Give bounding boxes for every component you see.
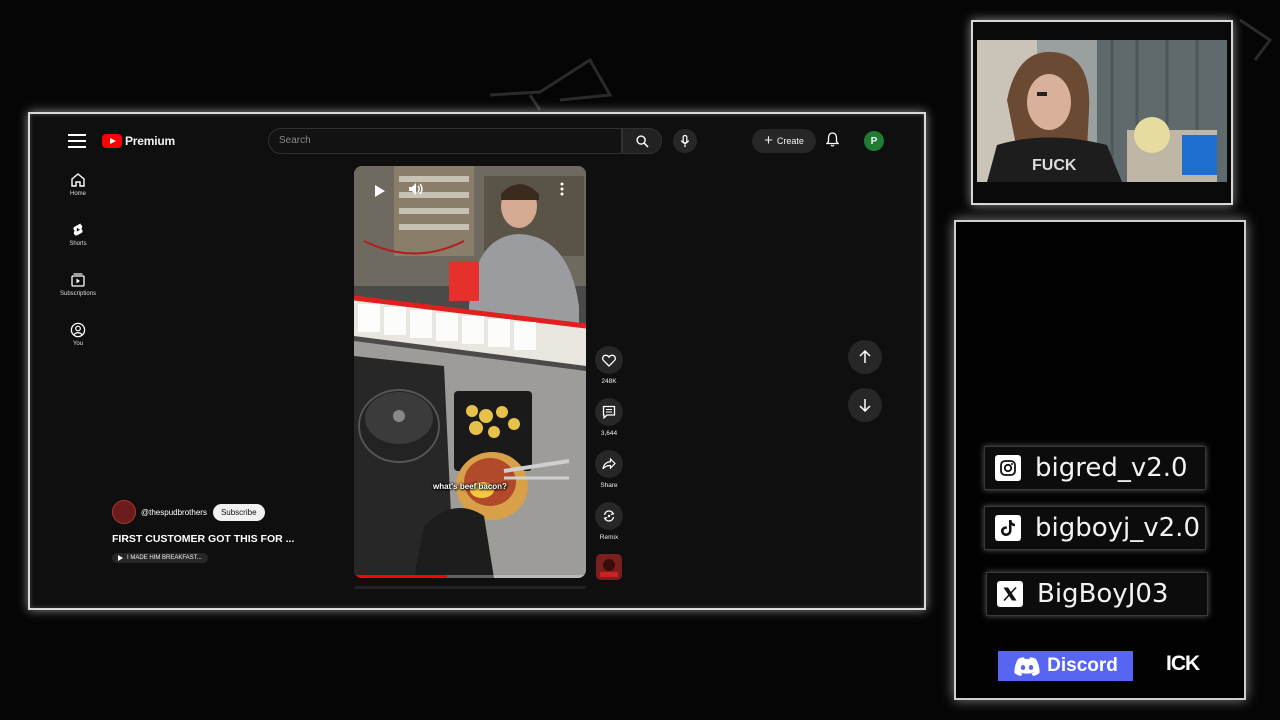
next-short-button[interactable] [848,388,882,422]
home-icon [71,173,85,187]
account-avatar[interactable]: P [864,131,884,151]
create-label: Create [776,136,804,146]
sidebar-item-label: Home [69,191,86,197]
social-instagram: bigred_v2.0 [984,446,1206,490]
remix-action: Remix [594,502,624,554]
shorts-icon [73,223,83,236]
sound-action [594,554,624,600]
short-info: @thespudbrothers Subscribe FIRST CUSTOME… [112,500,352,566]
x-logo-icon [997,581,1023,607]
short-video-player[interactable]: what's beef bacon? [354,166,586,578]
sidebar-item-label: You [72,341,84,347]
arrow-up-icon [859,350,871,363]
youtube-play-icon [102,134,122,148]
plus-icon: + [764,132,773,149]
youtube-window: Premium Search + Create P Home Shorts Su… [28,112,926,610]
x-handle: BigBoyJ03 [1037,579,1169,609]
tiktok-icon [995,515,1021,541]
social-x: BigBoyJ03 [986,572,1208,616]
discord-badge: Discord [998,651,1133,681]
share-action: Share [594,450,624,502]
microphone-icon [680,134,690,147]
like-count: 248K [601,378,617,385]
remix-label: Remix [599,534,619,541]
video-caption: what's beef bacon? [433,482,507,491]
video-scrub-track [354,586,586,589]
subscribe-button[interactable]: Subscribe [212,503,265,521]
sidebar-item-shorts[interactable]: Shorts [52,222,104,272]
heart-icon [602,354,616,367]
search-button[interactable] [622,128,662,154]
channel-avatar[interactable] [112,500,136,524]
video-frame-image [354,166,586,578]
notifications-bell-icon[interactable] [825,132,840,152]
sidebar-item-subscriptions[interactable]: Subscriptions [52,272,104,322]
like-button[interactable] [595,346,623,374]
logo-text: Premium [125,134,175,148]
short-actions: 248K 3,644 Share Remix [594,346,624,600]
comments-button[interactable] [595,398,623,426]
volume-icon[interactable] [408,182,424,196]
share-button[interactable] [595,450,623,478]
comments-action: 3,644 [594,398,624,450]
sidebar-item-label: Subscriptions [59,291,97,297]
share-icon [602,458,616,470]
search-icon [635,134,649,148]
remix-button[interactable] [595,502,623,530]
previous-short-button[interactable] [848,340,882,374]
play-icon[interactable] [374,184,386,198]
play-small-icon [118,555,123,561]
sidebar-item-you[interactable]: You [52,322,104,372]
webcam-frame: FUCK [971,20,1233,205]
youtube-page: Premium Search + Create P Home Shorts Su… [38,122,916,600]
svg-text:FUCK: FUCK [1032,157,1077,174]
related-video-chip[interactable]: I MADE HIM BREAKFAST... [112,553,208,563]
channel-name[interactable]: @thespudbrothers [141,508,207,517]
discord-icon [1014,656,1040,676]
video-progress-fill [354,575,447,578]
social-tiktok: bigboyj_v2.0 [984,506,1206,550]
tiktok-handle: bigboyj_v2.0 [1035,513,1200,543]
short-title[interactable]: FIRST CUSTOMER GOT THIS FOR ... [112,533,352,545]
create-button[interactable]: + Create [752,129,816,153]
video-progress-bar[interactable] [354,575,586,578]
instagram-icon [995,455,1021,481]
arrow-down-icon [859,399,871,412]
comment-icon [602,405,616,419]
comment-count: 3,644 [600,430,618,437]
voice-search-button[interactable] [673,129,697,153]
you-icon [70,322,86,338]
subscriptions-icon [71,273,85,287]
discord-label: Discord [1047,655,1118,676]
remix-icon [603,510,615,522]
like-action: 248K [594,346,624,398]
top-bar: Premium Search + Create P [38,122,916,162]
related-video-label: I MADE HIM BREAKFAST... [127,555,202,561]
sidebar: Home Shorts Subscriptions You [52,172,104,372]
sound-thumbnail[interactable] [596,554,622,580]
share-label: Share [600,482,618,489]
sidebar-item-label: Shorts [69,241,87,247]
instagram-handle: bigred_v2.0 [1035,453,1188,483]
youtube-logo[interactable]: Premium [102,134,175,148]
webcam-feed: FUCK [977,40,1227,182]
search-input[interactable]: Search [268,128,622,154]
menu-icon[interactable] [68,134,86,148]
ick-logo: ICK [1166,652,1200,675]
more-options-icon[interactable] [560,182,564,196]
sidebar-item-home[interactable]: Home [52,172,104,222]
